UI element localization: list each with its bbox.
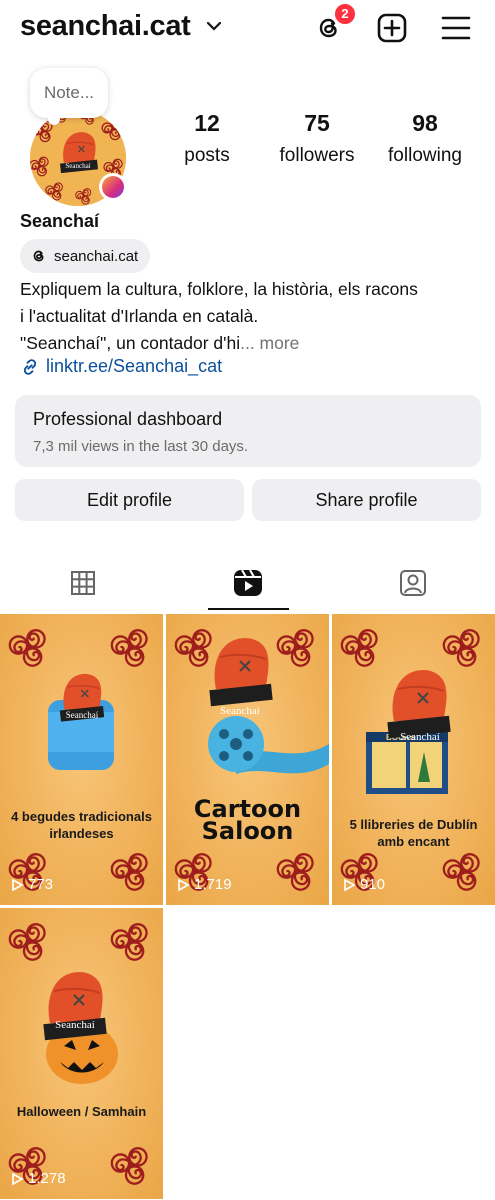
play-icon <box>12 878 24 891</box>
tab-tagged[interactable] <box>330 555 495 611</box>
username-title[interactable]: seanchai.cat <box>20 10 191 43</box>
grid-icon <box>70 571 95 595</box>
svg-text:Seanchaí: Seanchaí <box>66 710 99 720</box>
note-bubble[interactable]: Note... <box>30 68 108 125</box>
link-icon <box>23 358 37 375</box>
reels-icon <box>233 569 262 596</box>
edit-profile-button[interactable]: Edit profile <box>15 479 244 521</box>
tagged-person-icon <box>399 570 426 596</box>
reel-tile[interactable]: Seanchaí 4 begudes tradicionals irlandes… <box>0 614 163 905</box>
reel-title: Cartoon Saloon <box>193 795 302 845</box>
add-story-badge[interactable] <box>99 173 127 201</box>
tab-posts-grid[interactable] <box>0 555 165 611</box>
posts-count: 12 <box>194 110 220 136</box>
reel-views: 1.278 <box>10 1170 66 1187</box>
chevron-down-icon[interactable] <box>206 20 222 32</box>
posts-stat[interactable]: 12 posts <box>178 110 236 167</box>
reel-views: 910 <box>342 876 385 893</box>
bio: Expliquem la cultura, folklore, la histò… <box>20 276 480 357</box>
active-tab-indicator <box>208 608 289 610</box>
tab-reels[interactable] <box>165 555 330 611</box>
display-name: Seanchaí <box>20 211 100 231</box>
reel-views: 773 <box>10 876 53 893</box>
svg-text:Seanchaí: Seanchaí <box>400 731 440 743</box>
bio-line: i l'actualitat d'Irlanda en català. <box>20 306 259 326</box>
bio-line: "Seanchaí", un contador d'hi <box>20 333 241 353</box>
professional-dashboard[interactable]: Professional dashboard 7,3 mil views in … <box>15 395 481 467</box>
reel-view-count: 1.278 <box>28 1170 66 1187</box>
reel-tile[interactable]: Seanchaí Cartoon Saloon 1.719 <box>166 614 329 905</box>
followers-stat[interactable]: 75 followers <box>272 110 362 167</box>
reel-title: Halloween / Samhain <box>16 1104 147 1119</box>
reel-tile[interactable]: BOOKS Seanchaí 5 llibreries de Dublín am… <box>332 614 495 905</box>
reel-title: 4 begudes tradicionals irlandeses <box>11 809 152 841</box>
threads-profile-chip[interactable]: seanchai.cat <box>20 239 151 273</box>
top-bar: seanchai.cat 2 <box>0 0 495 56</box>
following-count: 98 <box>412 110 438 136</box>
play-icon <box>178 878 190 891</box>
dashboard-subtitle: 7,3 mil views in the last 30 days. <box>33 438 249 455</box>
posts-label: posts <box>184 145 230 166</box>
reel-tile[interactable]: Seanchaí Halloween / Samhain 1.278 <box>0 908 163 1199</box>
bio-line: Expliquem la cultura, folklore, la histò… <box>20 279 418 299</box>
svg-text:Seanchaí: Seanchaí <box>65 162 90 170</box>
link-text: linktr.ee/Seanchai_cat <box>46 356 223 376</box>
reel-views: 1.719 <box>176 876 232 893</box>
dashboard-title: Professional dashboard <box>33 409 223 429</box>
reel-view-count: 773 <box>28 876 54 893</box>
svg-text:Seanchaí: Seanchaí <box>220 705 260 717</box>
notification-badge: 2 <box>333 2 357 26</box>
reel-title: 5 llibreries de Dublín amb encant <box>349 817 478 849</box>
share-profile-button[interactable]: Share profile <box>252 479 481 521</box>
hamburger-menu-icon[interactable] <box>440 12 472 44</box>
threads-handle: seanchai.cat <box>54 247 139 265</box>
profile-link[interactable]: linktr.ee/Seanchai_cat <box>20 356 222 377</box>
reel-view-count: 1.719 <box>194 876 232 893</box>
create-post-icon[interactable] <box>376 12 408 44</box>
bio-more-link[interactable]: ... more <box>240 333 299 353</box>
following-stat[interactable]: 98 following <box>380 110 470 167</box>
play-icon <box>344 878 356 891</box>
svg-text:Seanchaí: Seanchaí <box>55 1019 95 1031</box>
reel-view-count: 910 <box>360 876 386 893</box>
followers-count: 75 <box>304 110 330 136</box>
play-icon <box>12 1172 24 1185</box>
threads-icon <box>33 250 44 262</box>
following-label: following <box>388 145 462 166</box>
followers-label: followers <box>279 145 355 166</box>
